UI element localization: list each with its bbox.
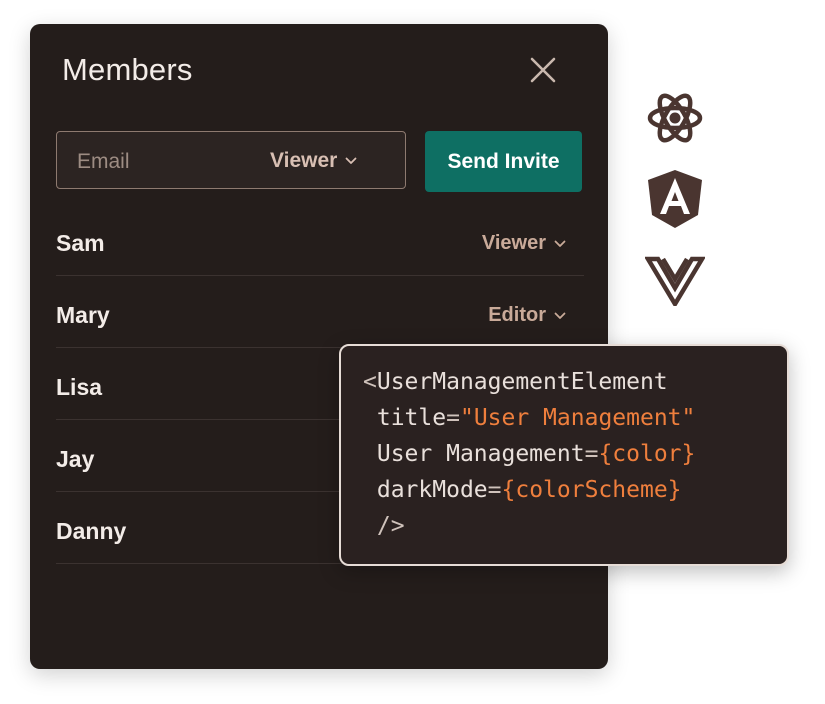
member-name: Lisa bbox=[56, 374, 103, 400]
react-icon bbox=[647, 93, 703, 143]
vue-icon bbox=[645, 256, 705, 306]
invite-role-label: Viewer bbox=[270, 149, 338, 172]
code-eq: = bbox=[487, 477, 502, 503]
member-role-select[interactable]: Viewer bbox=[482, 232, 566, 255]
code-line-5: /> bbox=[363, 508, 787, 544]
member-role-select[interactable]: Editor bbox=[488, 304, 566, 327]
member-name: Mary bbox=[56, 302, 110, 328]
chevron-down-icon bbox=[554, 240, 566, 247]
code-snippet-card: <UserManagementElement title="User Manag… bbox=[339, 344, 789, 566]
code-lt: < bbox=[363, 369, 377, 395]
chevron-down-icon bbox=[554, 312, 566, 319]
email-field-box: Viewer bbox=[56, 131, 406, 189]
invite-role-select[interactable]: Viewer bbox=[270, 147, 357, 175]
code-line-3: User Management={color} bbox=[363, 436, 787, 472]
code-attr-name: title bbox=[376, 405, 447, 431]
code-line-2: title="User Management" bbox=[363, 400, 787, 436]
send-invite-button[interactable]: Send Invite bbox=[425, 131, 582, 192]
code-attr-value: "User Management" bbox=[459, 405, 696, 431]
code-eq: = bbox=[584, 441, 599, 467]
code-tag: UserManagementElement bbox=[376, 369, 668, 395]
angular-icon bbox=[648, 170, 702, 228]
close-icon bbox=[530, 57, 556, 83]
member-name: Sam bbox=[56, 230, 105, 256]
code-line-4: darkMode={colorScheme} bbox=[363, 472, 787, 508]
code-line-1: <UserManagementElement bbox=[363, 364, 787, 400]
code-close: /> bbox=[376, 513, 405, 539]
code-attr-value: {colorScheme} bbox=[501, 477, 682, 503]
code-attr-name: User Management bbox=[376, 441, 585, 467]
member-row: Mary Editor bbox=[56, 276, 584, 348]
member-name: Jay bbox=[56, 446, 95, 472]
member-row: Sam Viewer bbox=[56, 204, 584, 276]
code-eq: = bbox=[446, 405, 460, 431]
code-attr-name: darkMode bbox=[376, 477, 488, 503]
member-role-label: Editor bbox=[488, 304, 546, 326]
member-role-label: Viewer bbox=[481, 232, 546, 254]
close-button[interactable] bbox=[527, 54, 559, 86]
member-name: Danny bbox=[56, 518, 127, 544]
panel-title: Members bbox=[62, 52, 193, 87]
code-attr-value: {color} bbox=[598, 441, 696, 467]
invite-row: Viewer Send Invite bbox=[56, 131, 582, 192]
chevron-down-icon bbox=[345, 157, 357, 164]
email-input[interactable] bbox=[75, 146, 259, 178]
